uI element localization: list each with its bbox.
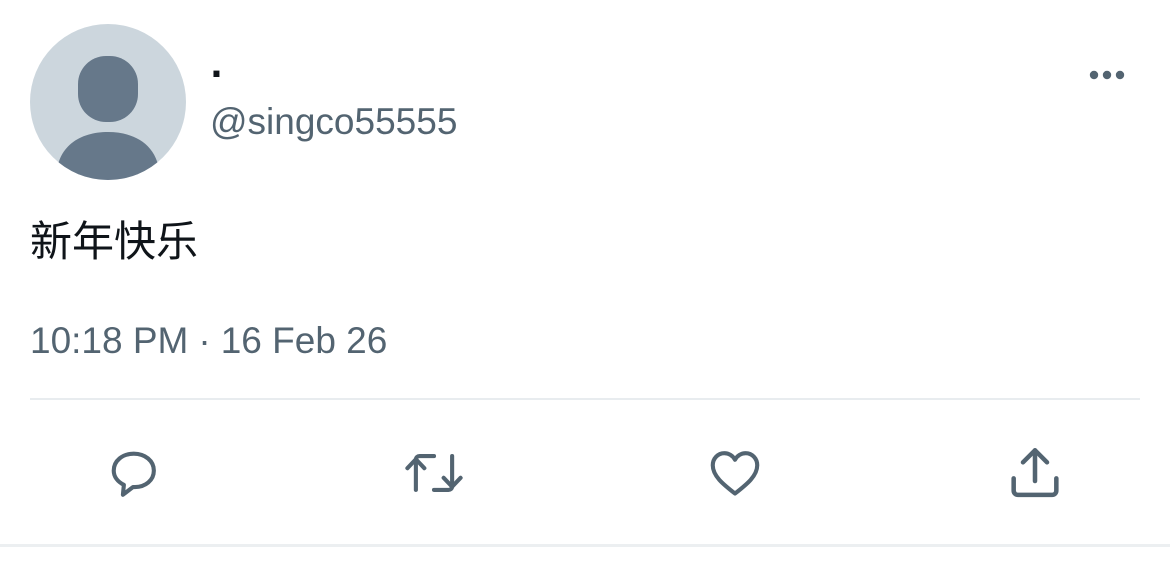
reply-button[interactable] bbox=[102, 440, 168, 506]
more-options-button[interactable] bbox=[1080, 56, 1134, 94]
heart-icon bbox=[710, 451, 760, 496]
timestamp-separator: · bbox=[198, 320, 211, 361]
more-dots-icon bbox=[1089, 70, 1125, 80]
retweet-button[interactable] bbox=[401, 440, 467, 506]
retweet-arrows-icon bbox=[405, 454, 463, 492]
avatar[interactable] bbox=[30, 24, 186, 180]
divider bbox=[30, 398, 1140, 400]
share-upload-icon bbox=[1011, 448, 1059, 498]
like-button[interactable] bbox=[702, 440, 768, 506]
tweet-date[interactable]: 16 Feb 26 bbox=[221, 320, 388, 361]
tweet-time[interactable]: 10:18 PM bbox=[30, 320, 188, 361]
tweet-card: . @singco55555 新年快乐 10:18 PM · 16 Feb 26 bbox=[0, 0, 1170, 564]
reply-bubble-icon bbox=[111, 451, 156, 497]
tweet-text: 新年快乐 bbox=[30, 217, 199, 266]
share-button[interactable] bbox=[1002, 440, 1068, 506]
user-handle[interactable]: @singco55555 bbox=[210, 98, 457, 146]
bottom-divider bbox=[0, 544, 1170, 547]
default-profile-icon bbox=[30, 24, 186, 180]
tweet-timestamp: 10:18 PM · 16 Feb 26 bbox=[30, 316, 387, 366]
display-name[interactable]: . bbox=[210, 44, 223, 88]
